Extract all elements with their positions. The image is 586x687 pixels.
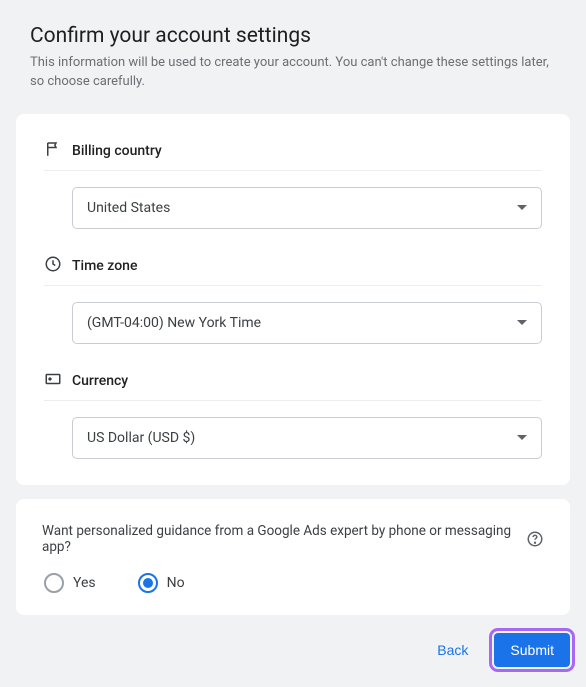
guidance-question-row: Want personalized guidance from a Google…: [42, 523, 544, 555]
time-zone-header: Time zone: [44, 255, 542, 286]
guidance-radio-group: Yes No: [42, 573, 544, 593]
billing-country-label: Billing country: [72, 143, 162, 159]
radio-dot-icon: [143, 578, 153, 588]
radio-option-no[interactable]: No: [138, 573, 185, 593]
time-zone-value: (GMT-04:00) New York Time: [87, 315, 261, 331]
billing-country-header: Billing country: [44, 140, 542, 171]
settings-card: Billing country United States Time zone …: [16, 114, 570, 485]
page-title: Confirm your account settings: [16, 24, 570, 48]
currency-value: US Dollar (USD $): [87, 430, 195, 446]
currency-label: Currency: [72, 373, 128, 389]
radio-option-yes[interactable]: Yes: [44, 573, 96, 593]
currency-header: Currency: [44, 370, 542, 401]
currency-select[interactable]: US Dollar (USD $): [72, 417, 542, 459]
guidance-card: Want personalized guidance from a Google…: [16, 499, 570, 615]
radio-circle-icon: [44, 573, 64, 593]
radio-circle-icon: [138, 573, 158, 593]
time-zone-field: Time zone (GMT-04:00) New York Time: [44, 255, 542, 344]
currency-icon: [44, 370, 62, 392]
guidance-question: Want personalized guidance from a Google…: [42, 523, 526, 555]
billing-country-value: United States: [87, 200, 170, 216]
radio-label-yes: Yes: [73, 575, 96, 591]
time-zone-label: Time zone: [72, 258, 137, 274]
submit-button[interactable]: Submit: [494, 633, 570, 667]
footer-actions: Back Submit: [16, 633, 570, 667]
chevron-down-icon: [517, 205, 527, 210]
back-button[interactable]: Back: [423, 634, 482, 666]
time-zone-select[interactable]: (GMT-04:00) New York Time: [72, 302, 542, 344]
chevron-down-icon: [517, 435, 527, 440]
page-subtitle: This information will be used to create …: [16, 54, 570, 92]
flag-icon: [44, 140, 62, 162]
billing-country-field: Billing country United States: [44, 140, 542, 229]
clock-icon: [44, 255, 62, 277]
currency-field: Currency US Dollar (USD $): [44, 370, 542, 459]
radio-label-no: No: [167, 575, 185, 591]
chevron-down-icon: [517, 320, 527, 325]
help-icon[interactable]: [526, 530, 544, 548]
billing-country-select[interactable]: United States: [72, 187, 542, 229]
